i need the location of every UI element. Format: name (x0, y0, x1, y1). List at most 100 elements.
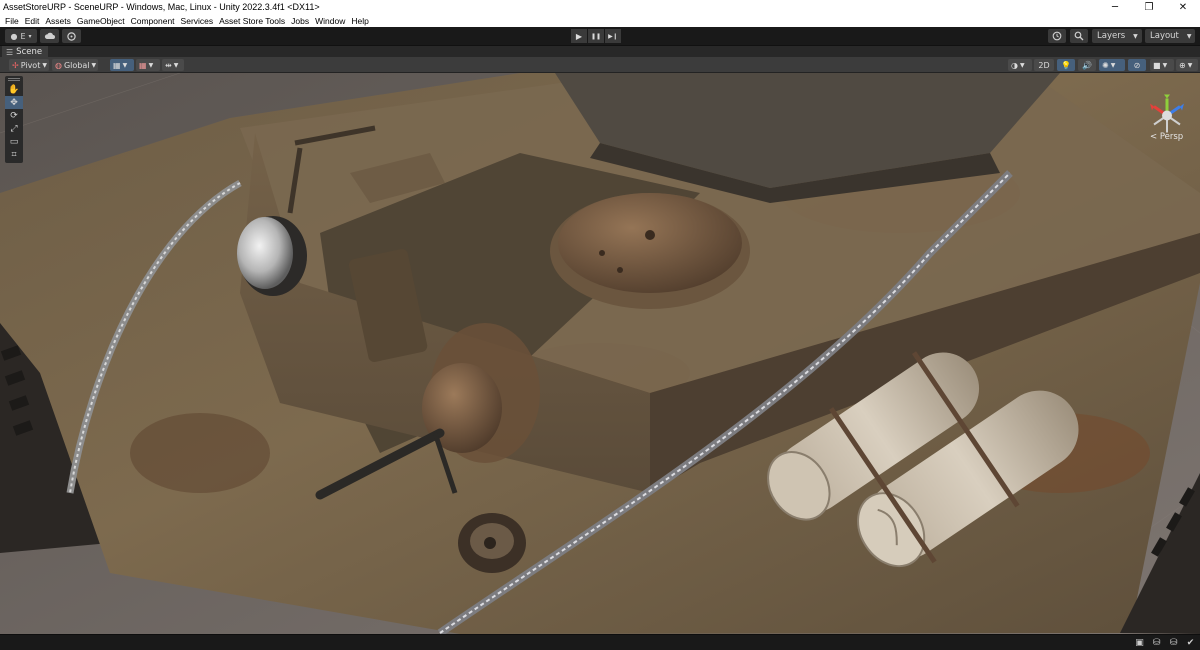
window-controls: ─ ❐ ✕ (1098, 0, 1200, 14)
gizmos-dropdown[interactable]: ⊕ ▼ (1176, 59, 1198, 71)
chevron-down-icon: ▼ (1187, 61, 1193, 69)
menu-asset-store-tools[interactable]: Asset Store Tools (216, 16, 288, 26)
chevron-down-icon: ▼ (148, 61, 154, 69)
snap-increment-dropdown[interactable]: ▦ ▼ (136, 59, 160, 71)
rect-icon: ▭ (9, 136, 19, 147)
audio-toggle[interactable]: 🔊 (1078, 59, 1096, 71)
search-button[interactable] (1070, 29, 1088, 43)
shading-icon: ◑ (1011, 60, 1018, 70)
chevron-down-icon: ▼ (1019, 61, 1025, 69)
account-icon: ● (10, 31, 18, 41)
lightbulb-icon: 💡 (1061, 60, 1071, 70)
layers-label: Layers (1097, 31, 1126, 41)
check-icon[interactable]: ✔ (1185, 637, 1196, 648)
rotate-tool-button[interactable]: ⟳ (5, 109, 23, 122)
close-button[interactable]: ✕ (1166, 0, 1200, 14)
undo-history-button[interactable] (1048, 29, 1066, 43)
menu-component[interactable]: Component (128, 16, 178, 26)
minimize-button[interactable]: ─ (1098, 0, 1132, 14)
cloud-button[interactable] (40, 29, 59, 43)
chevron-down-icon: ▼ (91, 61, 97, 69)
grid-snap-dropdown[interactable]: ▦ ▼ (110, 59, 134, 71)
camera-settings-dropdown[interactable]: ■ ▼ (1150, 59, 1174, 71)
effects-icon: ✺ (1102, 60, 1109, 70)
pivot-dropdown[interactable]: ✢ Pivot ▼ (9, 59, 49, 71)
effects-dropdown[interactable]: ✺ ▼ (1099, 59, 1125, 71)
move-icon: ✥ (10, 97, 18, 108)
progress-icon[interactable]: ⛁ (1151, 637, 1162, 648)
menu-gameobject[interactable]: GameObject (74, 16, 128, 26)
cloud-icon (44, 32, 55, 39)
collab-button[interactable] (62, 29, 81, 43)
pivot-label: Pivot (20, 60, 41, 70)
layers-dropdown[interactable]: Layers ▼ (1092, 29, 1142, 43)
menu-help[interactable]: Help (348, 16, 371, 26)
global-icon: ◍ (55, 60, 62, 70)
snap-icon: ▦ (139, 60, 147, 70)
chevron-down-icon: ▼ (122, 61, 128, 69)
global-label: Global (63, 60, 90, 70)
restore-button[interactable]: ❐ (1132, 0, 1166, 14)
move-tool-button[interactable]: ✥ (5, 96, 23, 109)
scene-viewport[interactable] (0, 73, 1200, 634)
chevron-down-icon: ▼ (1133, 32, 1138, 40)
lighting-toggle[interactable]: 💡 (1057, 59, 1075, 71)
rect-tool-button[interactable]: ▭ (5, 135, 23, 148)
step-button[interactable]: ▶❙ (605, 29, 621, 43)
menu-jobs[interactable]: Jobs (288, 16, 312, 26)
increment-snap-dropdown[interactable]: ⇹ ▼ (162, 59, 184, 71)
mode-2d-toggle[interactable]: 2D (1034, 59, 1054, 71)
gizmos-icon: ⊕ (1179, 60, 1186, 70)
console-icon[interactable]: ▣ (1134, 637, 1145, 648)
chevron-down-icon: ▾ (28, 32, 32, 40)
collab-icon (67, 31, 76, 41)
menu-services[interactable]: Services (178, 16, 217, 26)
layout-label: Layout (1150, 31, 1179, 41)
layout-dropdown[interactable]: Layout ▼ (1145, 29, 1195, 43)
pivot-icon: ✢ (12, 60, 19, 70)
scale-icon: ⤢ (10, 123, 18, 134)
hand-icon: ✋ (8, 84, 20, 95)
window-title: AssetStoreURP - SceneURP - Windows, Mac,… (3, 2, 320, 12)
grid-icon: ▦ (113, 60, 121, 70)
chevron-down-icon: ▼ (1162, 61, 1168, 69)
menu-bar: File Edit Assets GameObject Component Se… (0, 14, 1200, 27)
unity-editor-window: AssetStoreURP - SceneURP - Windows, Mac,… (0, 0, 1200, 650)
global-dropdown[interactable]: ◍ Global ▼ (52, 59, 98, 71)
draw-mode-dropdown[interactable]: ◑ ▼ (1008, 59, 1032, 71)
palette-drag-handle[interactable] (8, 78, 20, 81)
menu-file[interactable]: File (2, 16, 22, 26)
scene-toolbar: ✢ Pivot ▼ ◍ Global ▼ ▦ ▼ ▦ ▼ ⇹ ▼ ◑ ▼ 2D (0, 57, 1200, 73)
projection-label[interactable]: < Persp (1150, 132, 1183, 142)
chevron-down-icon: ▼ (173, 61, 179, 69)
eye-slash-icon: ⊘ (1133, 60, 1141, 70)
scale-tool-button[interactable]: ⤢ (5, 122, 23, 135)
tool-palette: ✋ ✥ ⟳ ⤢ ▭ ⌗ (5, 76, 23, 163)
tab-scene-label: Scene (16, 47, 43, 57)
scene-tab-bar: ☰ Scene (0, 45, 1200, 58)
transform-icon: ⌗ (11, 149, 17, 160)
scene-icon: ☰ (6, 47, 14, 57)
chevron-down-icon: ▼ (1186, 32, 1192, 40)
menu-edit[interactable]: Edit (22, 16, 43, 26)
cache-icon[interactable]: ⛁ (1168, 637, 1179, 648)
chevron-down-icon: ▼ (1110, 61, 1116, 69)
pause-button[interactable]: ❚❚ (588, 29, 604, 43)
account-dropdown[interactable]: ● E ▾ (5, 29, 37, 43)
title-bar: AssetStoreURP - SceneURP - Windows, Mac,… (0, 0, 1200, 14)
status-bar: ▣ ⛁ ⛁ ✔ (0, 634, 1200, 650)
hand-tool-button[interactable]: ✋ (5, 83, 23, 96)
chevron-down-icon: ▼ (42, 61, 47, 69)
scene-visibility-toggle[interactable]: ⊘ (1128, 59, 1146, 71)
camera-icon: ■ (1153, 60, 1161, 70)
play-button[interactable]: ▶ (571, 29, 587, 43)
menu-assets[interactable]: Assets (42, 16, 74, 26)
history-icon (1052, 31, 1062, 41)
increment-icon: ⇹ (165, 60, 172, 70)
status-icons: ▣ ⛁ ⛁ ✔ (1134, 637, 1196, 648)
search-icon (1074, 31, 1084, 41)
tank-render-image (0, 73, 1200, 634)
transform-tool-button[interactable]: ⌗ (5, 148, 23, 161)
menu-window[interactable]: Window (312, 16, 348, 26)
rotate-icon: ⟳ (10, 110, 18, 121)
